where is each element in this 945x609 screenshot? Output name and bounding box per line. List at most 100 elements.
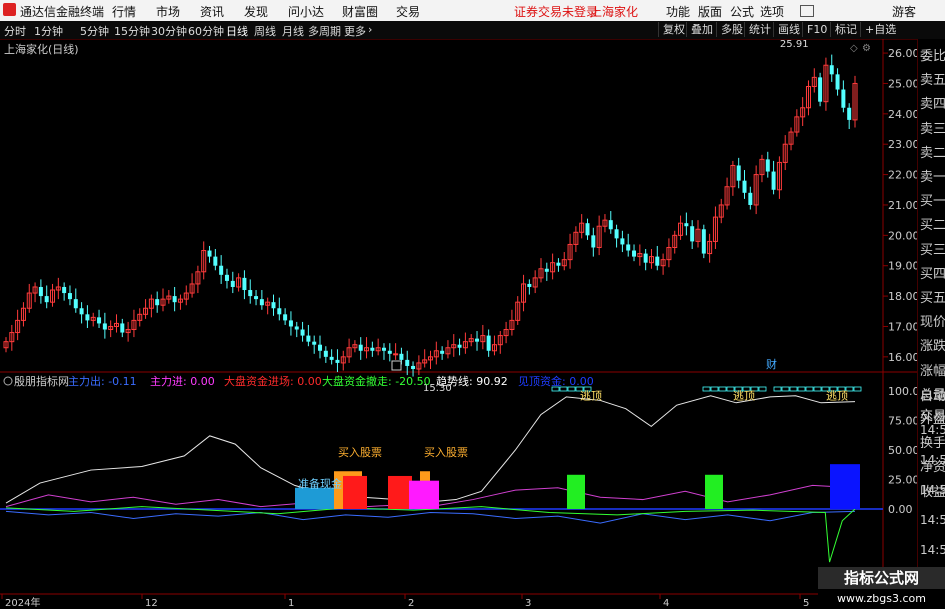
sidebar-6[interactable]: 买一 bbox=[920, 190, 945, 209]
candle-body bbox=[224, 274, 229, 281]
candle-body bbox=[271, 302, 276, 309]
sidebar-9[interactable]: 买四 bbox=[920, 263, 945, 282]
candle-body bbox=[85, 314, 90, 321]
time-tick-label: 2 bbox=[408, 598, 414, 609]
candle-body bbox=[620, 238, 625, 245]
sidebar-8[interactable]: 买三 bbox=[920, 239, 945, 258]
price-tick-label: 20.00 bbox=[888, 229, 917, 242]
sidebar-2[interactable]: 卖四 bbox=[920, 93, 945, 112]
sidebar-4[interactable]: 卖二 bbox=[920, 142, 945, 161]
settings-icon[interactable]: ⚙ bbox=[862, 43, 871, 54]
menu-function[interactable]: 功能 bbox=[666, 3, 690, 20]
btn-fuquan[interactable]: 复权 bbox=[658, 22, 689, 37]
candle-body bbox=[475, 338, 480, 342]
period-weekly[interactable]: 周线 bbox=[254, 23, 276, 39]
watermark-title: 指标公式网 bbox=[818, 567, 945, 589]
candle-body bbox=[335, 359, 340, 363]
indicator-toggle-icon[interactable] bbox=[3, 376, 13, 386]
period-intraday[interactable]: 分时 bbox=[4, 23, 26, 39]
btn-add-watchlist[interactable]: +自选 bbox=[860, 22, 900, 37]
period-monthly[interactable]: 月线 bbox=[282, 23, 304, 39]
candle-body bbox=[97, 317, 102, 324]
event-marker-icon[interactable] bbox=[391, 360, 402, 371]
sidebar-bottom-1[interactable]: 交易 bbox=[920, 405, 945, 424]
main-chart[interactable]: 上海家化(日线) 26.0025.0024.0023.0022.0021.002… bbox=[0, 39, 917, 609]
sidebar-12[interactable]: 涨跌 bbox=[920, 335, 945, 354]
btn-f10[interactable]: F10 bbox=[802, 22, 831, 37]
menu-formula[interactable]: 公式 bbox=[730, 3, 754, 20]
period-more[interactable]: 更多 bbox=[344, 23, 366, 39]
annotation-buy-2: 买入股票 bbox=[424, 446, 468, 459]
candle-body bbox=[829, 65, 834, 75]
legend-item: 大盘资金进场: 0.00 bbox=[224, 374, 322, 388]
candle-body bbox=[242, 277, 247, 291]
btn-mark[interactable]: 标记 bbox=[830, 22, 861, 37]
legend-item: 见顶资金: 0.00 bbox=[518, 374, 594, 388]
menu-market[interactable]: 市场 bbox=[156, 3, 180, 20]
sidebar-1[interactable]: 卖五 bbox=[920, 69, 945, 88]
prepare-cash-bar bbox=[295, 487, 335, 509]
user-guest[interactable]: 游客 bbox=[892, 3, 916, 20]
btn-stats[interactable]: 统计 bbox=[744, 22, 775, 37]
candle-body bbox=[38, 286, 43, 297]
candle-body bbox=[306, 335, 311, 342]
sidebar-time-1: 14:56 bbox=[920, 453, 945, 467]
trade-login-notice[interactable]: 证券交易未登录 bbox=[514, 3, 598, 20]
quote-sidebar: 委比 卖五 卖四 卖三 卖二 卖一 买一 买二 买三 买四 买五 现价 涨跌 涨幅 总量 外盘 换手 净资 收益 自动… bbox=[917, 39, 945, 609]
legend-item: 大盘资金撤走: -20.50 bbox=[322, 374, 431, 388]
period-60min[interactable]: 60分钟 bbox=[188, 23, 224, 39]
candle-body bbox=[102, 323, 107, 330]
sidebar-0[interactable]: 委比 bbox=[920, 45, 945, 64]
legend-item: 趋势线: 90.92 bbox=[436, 374, 508, 388]
menu-wealth[interactable]: 财富圈 bbox=[342, 3, 378, 20]
watermark-url: www.zbgs3.com bbox=[818, 589, 945, 609]
time-tick-label: 4 bbox=[663, 598, 669, 609]
escape-zone-cell bbox=[702, 386, 711, 392]
menu-layout[interactable]: 版面 bbox=[698, 3, 722, 20]
indicator-axis: 100.0 75.00 50.00 25.00 0.00 bbox=[888, 385, 917, 516]
candle-body bbox=[288, 320, 293, 327]
period-5min[interactable]: 5分钟 bbox=[80, 23, 109, 39]
sidebar-13[interactable]: 涨幅 bbox=[920, 360, 945, 379]
candle-body bbox=[120, 323, 125, 333]
chevron-right-icon[interactable]: › bbox=[368, 23, 372, 36]
period-multi[interactable]: 多周期 bbox=[308, 23, 341, 39]
outflow-bar bbox=[705, 474, 723, 509]
candle-body bbox=[626, 244, 631, 251]
candle-body bbox=[701, 229, 706, 254]
btn-draw[interactable]: 画线 bbox=[773, 22, 804, 37]
sidebar-7[interactable]: 买二 bbox=[920, 214, 945, 233]
time-axis: 2024年 12 1 2 3 4 5 bbox=[1, 594, 809, 609]
menu-news[interactable]: 资讯 bbox=[200, 3, 224, 20]
candle-body bbox=[277, 308, 282, 315]
menu-quotes[interactable]: 行情 bbox=[112, 3, 136, 20]
candle-body bbox=[748, 192, 753, 205]
period-daily[interactable]: 日线 bbox=[226, 23, 248, 39]
sidebar-11[interactable]: 现价 bbox=[920, 311, 945, 330]
menu-discover[interactable]: 发现 bbox=[244, 3, 268, 20]
chart-title: 上海家化(日线) bbox=[4, 42, 79, 56]
candle-body bbox=[841, 89, 846, 108]
sidebar-5[interactable]: 卖一 bbox=[920, 166, 945, 185]
top-fund-bar bbox=[830, 464, 860, 509]
btn-multistock[interactable]: 多股 bbox=[716, 22, 747, 37]
menu-trade[interactable]: 交易 bbox=[396, 3, 420, 20]
menu-options[interactable]: 选项 bbox=[760, 3, 784, 20]
candle-body bbox=[684, 223, 689, 227]
candle-body bbox=[742, 180, 747, 193]
sidebar-bottom-0[interactable]: 自动 bbox=[920, 385, 945, 404]
period-15min[interactable]: 15分钟 bbox=[114, 23, 150, 39]
outflow-bar bbox=[567, 474, 585, 509]
candle-body bbox=[381, 347, 386, 351]
finance-marker[interactable]: 财 bbox=[766, 357, 777, 371]
menu-wenxiaoda[interactable]: 问小达 bbox=[288, 3, 324, 20]
candle-body bbox=[73, 299, 78, 309]
sidebar-10[interactable]: 买五 bbox=[920, 287, 945, 306]
sidebar-3[interactable]: 卖三 bbox=[920, 118, 945, 137]
period-30min[interactable]: 30分钟 bbox=[151, 23, 187, 39]
indicator-name: 殷朋指标网 bbox=[14, 374, 69, 388]
monitor-icon[interactable] bbox=[800, 5, 814, 17]
btn-overlay[interactable]: 叠加 bbox=[686, 22, 717, 37]
period-1min[interactable]: 1分钟 bbox=[34, 23, 63, 39]
diamond-icon[interactable]: ◇ bbox=[850, 43, 858, 54]
